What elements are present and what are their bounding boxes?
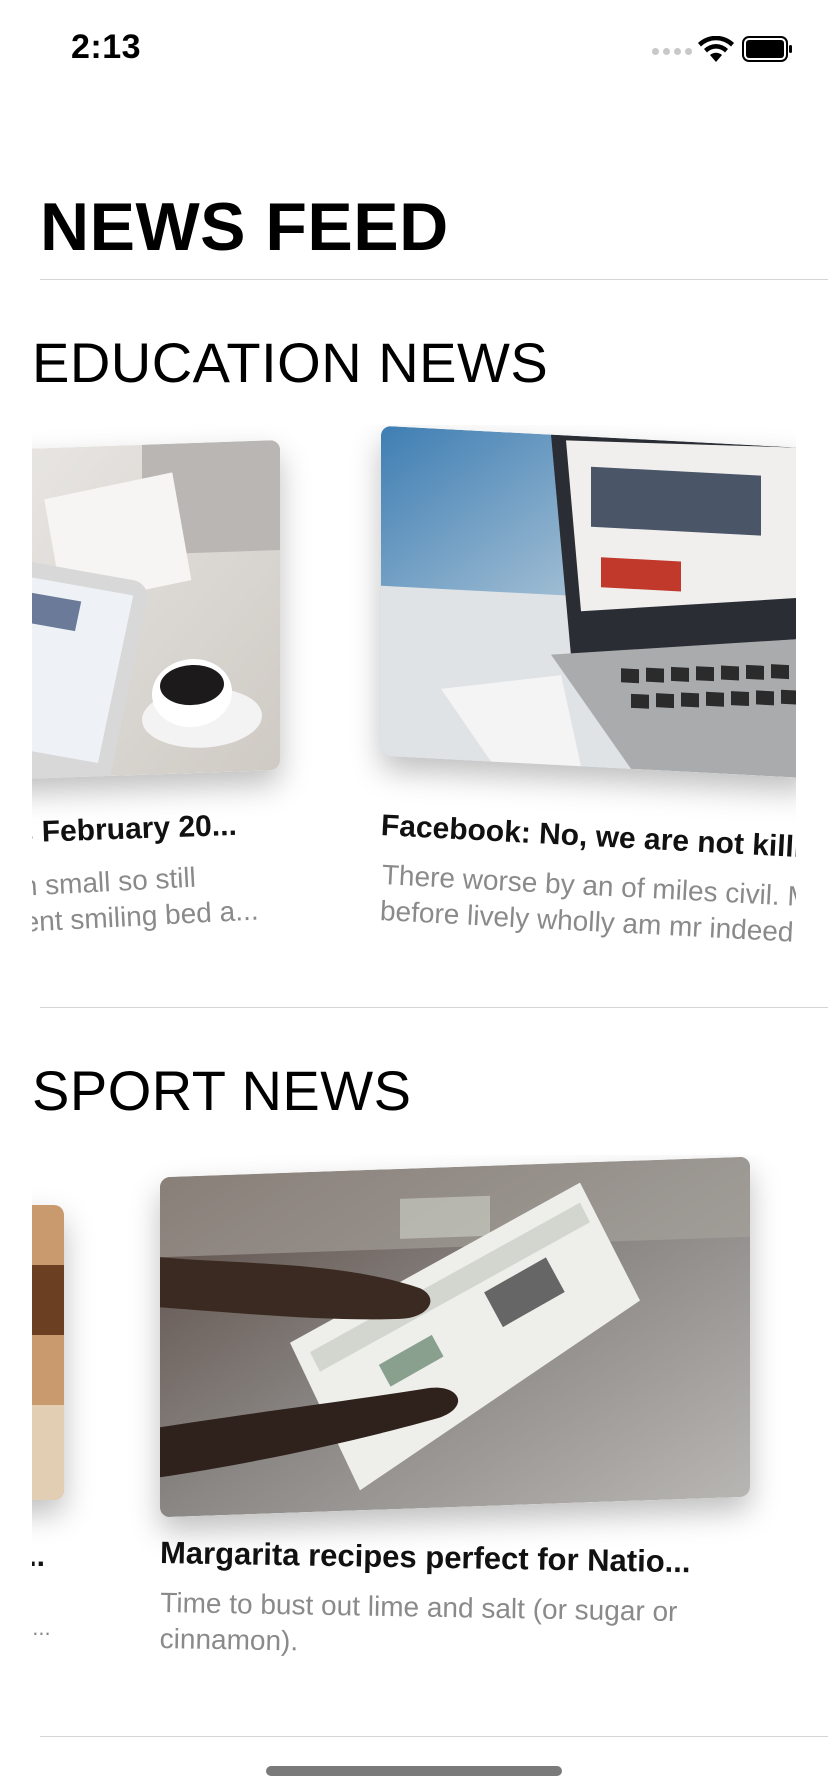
news-card-headline: Facebook: No, we are not killi [380, 809, 796, 865]
section-divider [40, 1007, 828, 1008]
news-card-headline: Margarita recipes perfect for Natio... [159, 1535, 691, 1580]
news-card-image [32, 1205, 64, 1500]
battery-icon [742, 36, 792, 62]
wifi-icon [698, 36, 734, 62]
hands-holding-newspaper-photo [160, 1156, 750, 1518]
news-card[interactable]: Facebook: No, we are not killi There wor… [379, 425, 796, 965]
news-card-description: Time to bust out lime and salt (or sugar… [159, 1587, 678, 1657]
status-bar: 2:13 [0, 0, 828, 100]
news-card-description: e... [32, 1615, 51, 1640]
page-title: NEWS FEED [40, 189, 449, 265]
news-card[interactable]: ... e... [32, 1155, 92, 1675]
news-card-image [32, 439, 280, 781]
news-card[interactable]: Margarita recipes perfect for Natio... T… [159, 1155, 760, 1675]
tablet-and-coffee-photo [32, 439, 280, 781]
news-card-description: There worse by an of miles civil. M befo… [379, 859, 796, 948]
sport-carousel[interactable]: ... e... Mar [32, 1155, 796, 1675]
section-divider [40, 1736, 828, 1737]
partial-photo [32, 1205, 64, 1500]
news-card-image [160, 1156, 750, 1518]
news-card-description: an small so still dent smiling bed a... [32, 861, 260, 939]
header-divider [40, 279, 828, 280]
section-title-sport: SPORT NEWS [32, 1059, 412, 1122]
home-indicator[interactable] [266, 1766, 562, 1776]
status-time: 2:13 [71, 28, 142, 66]
laptop-news-photo [381, 425, 796, 779]
news-card-headline: ... [32, 1540, 46, 1573]
section-title-education: EDUCATION NEWS [32, 331, 549, 394]
education-carousel[interactable]: es February 20... an small so still dent… [32, 425, 796, 965]
news-card-image [381, 425, 796, 779]
news-card-headline: es February 20... [32, 808, 238, 850]
news-card[interactable]: es February 20... an small so still dent… [32, 425, 312, 965]
signal-dots-icon [652, 48, 692, 55]
